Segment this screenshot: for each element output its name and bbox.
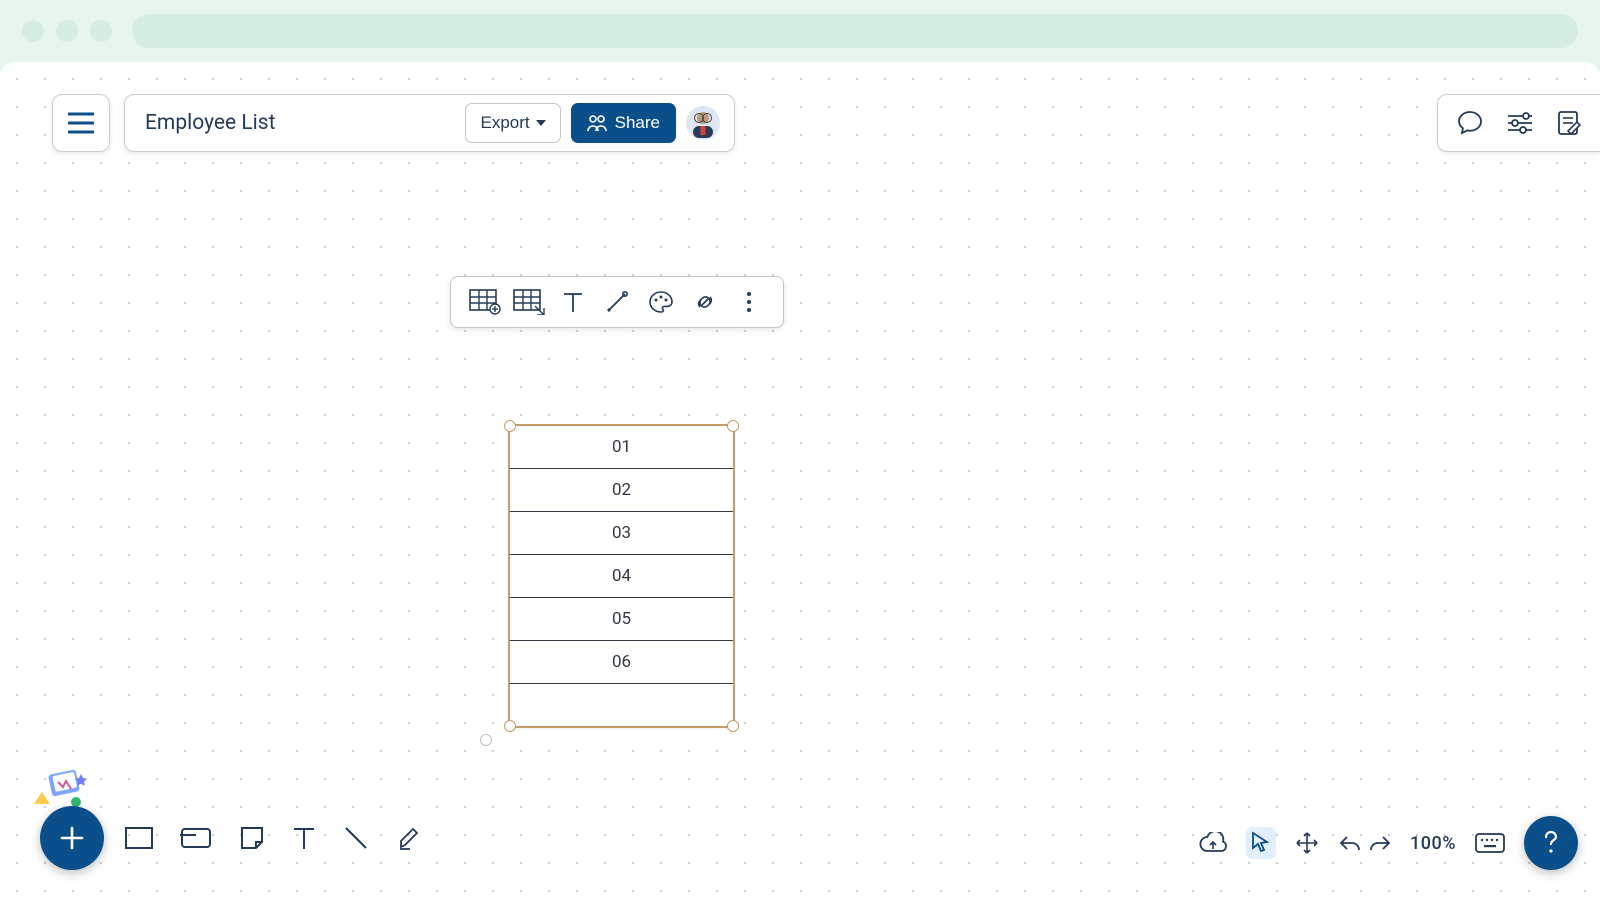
cloud-sync-button[interactable] [1198, 832, 1228, 854]
wand-button[interactable] [595, 280, 639, 324]
comments-button[interactable] [1456, 109, 1484, 137]
line-icon [342, 824, 370, 852]
sticky-note-icon [238, 824, 266, 852]
highlighter-icon [396, 824, 424, 852]
traffic-light [90, 20, 112, 42]
avatar-icon [686, 106, 720, 140]
title-bar: Employee List Export Share [124, 94, 735, 152]
settings-sliders-button[interactable] [1506, 111, 1534, 135]
export-button[interactable]: Export [465, 103, 560, 143]
text-tool[interactable] [292, 824, 316, 852]
palette-icon [648, 290, 674, 314]
add-fab-button[interactable] [40, 806, 104, 870]
top-right-toolbar [1437, 94, 1600, 152]
cell-text: 01 [612, 437, 631, 457]
keyboard-icon [1474, 832, 1506, 854]
cell-text: 05 [612, 609, 631, 629]
table-row[interactable]: 03 [510, 512, 733, 555]
sticky-note-tool[interactable] [238, 824, 266, 852]
table-add-cell-icon [469, 289, 501, 315]
user-avatar[interactable] [686, 106, 720, 140]
connector-handle[interactable] [480, 734, 492, 746]
pan-tool[interactable] [1294, 830, 1320, 856]
shape-context-toolbar [450, 276, 784, 328]
help-icon [1543, 830, 1559, 856]
cell-text: 04 [612, 566, 631, 586]
selection-handle[interactable] [504, 720, 516, 732]
edit-note-icon [1556, 109, 1582, 137]
table-add-button[interactable] [463, 280, 507, 324]
undo-button[interactable] [1338, 833, 1362, 853]
chevron-down-icon [536, 120, 546, 126]
selection-handle[interactable] [727, 420, 739, 432]
edit-note-button[interactable] [1556, 109, 1582, 137]
rectangle-icon [124, 825, 154, 851]
traffic-light [56, 20, 78, 42]
table-row[interactable]: 02 [510, 469, 733, 512]
document-title[interactable]: Employee List [145, 111, 275, 135]
cell-text: 03 [612, 523, 631, 543]
table-shape[interactable]: 01 02 03 04 05 06 [508, 424, 735, 728]
share-label: Share [615, 113, 660, 133]
container-tool[interactable] [180, 825, 212, 851]
url-bar[interactable] [132, 14, 1578, 48]
menu-icon [68, 112, 94, 134]
zoom-level[interactable]: 100% [1410, 833, 1456, 854]
rectangle-tool[interactable] [124, 825, 154, 851]
cloud-sync-icon [1198, 832, 1228, 854]
text-icon [562, 290, 584, 314]
undo-icon [1338, 833, 1362, 853]
main-menu-button[interactable] [52, 94, 110, 152]
text-tool-button[interactable] [551, 280, 595, 324]
table-sub-button[interactable] [507, 280, 551, 324]
export-label: Export [480, 113, 529, 133]
help-button[interactable] [1524, 816, 1578, 870]
highlighter-tool[interactable] [396, 824, 424, 852]
share-button[interactable]: Share [571, 103, 676, 143]
selection-handle[interactable] [727, 720, 739, 732]
rectangle-filled-icon [180, 825, 212, 851]
link-button[interactable] [683, 280, 727, 324]
traffic-light [22, 20, 44, 42]
keyboard-shortcuts-button[interactable] [1474, 832, 1506, 854]
selection-handle[interactable] [504, 420, 516, 432]
table-row[interactable]: 04 [510, 555, 733, 598]
pan-icon [1294, 830, 1320, 856]
text-icon [292, 824, 316, 852]
cursor-icon [1249, 830, 1273, 856]
link-icon [692, 289, 718, 315]
sliders-icon [1506, 111, 1534, 135]
table-row[interactable]: 06 [510, 641, 733, 684]
table-row[interactable] [510, 684, 733, 726]
comment-icon [1456, 109, 1484, 137]
table-row[interactable]: 01 [510, 426, 733, 469]
people-icon [587, 114, 607, 132]
redo-icon [1368, 833, 1392, 853]
select-cursor-tool[interactable] [1246, 827, 1276, 859]
table-row[interactable]: 05 [510, 598, 733, 641]
plus-icon [58, 824, 86, 852]
more-options-button[interactable] [727, 280, 771, 324]
style-palette-button[interactable] [639, 280, 683, 324]
table-sub-icon [513, 289, 545, 315]
more-vertical-icon [745, 290, 753, 314]
wand-icon [605, 290, 629, 314]
redo-button[interactable] [1368, 833, 1392, 853]
cell-text: 02 [612, 480, 631, 500]
cell-text: 06 [612, 652, 631, 672]
browser-chrome [0, 0, 1600, 62]
diagram-canvas[interactable]: Employee List Export Share [0, 62, 1600, 900]
line-tool[interactable] [342, 824, 370, 852]
